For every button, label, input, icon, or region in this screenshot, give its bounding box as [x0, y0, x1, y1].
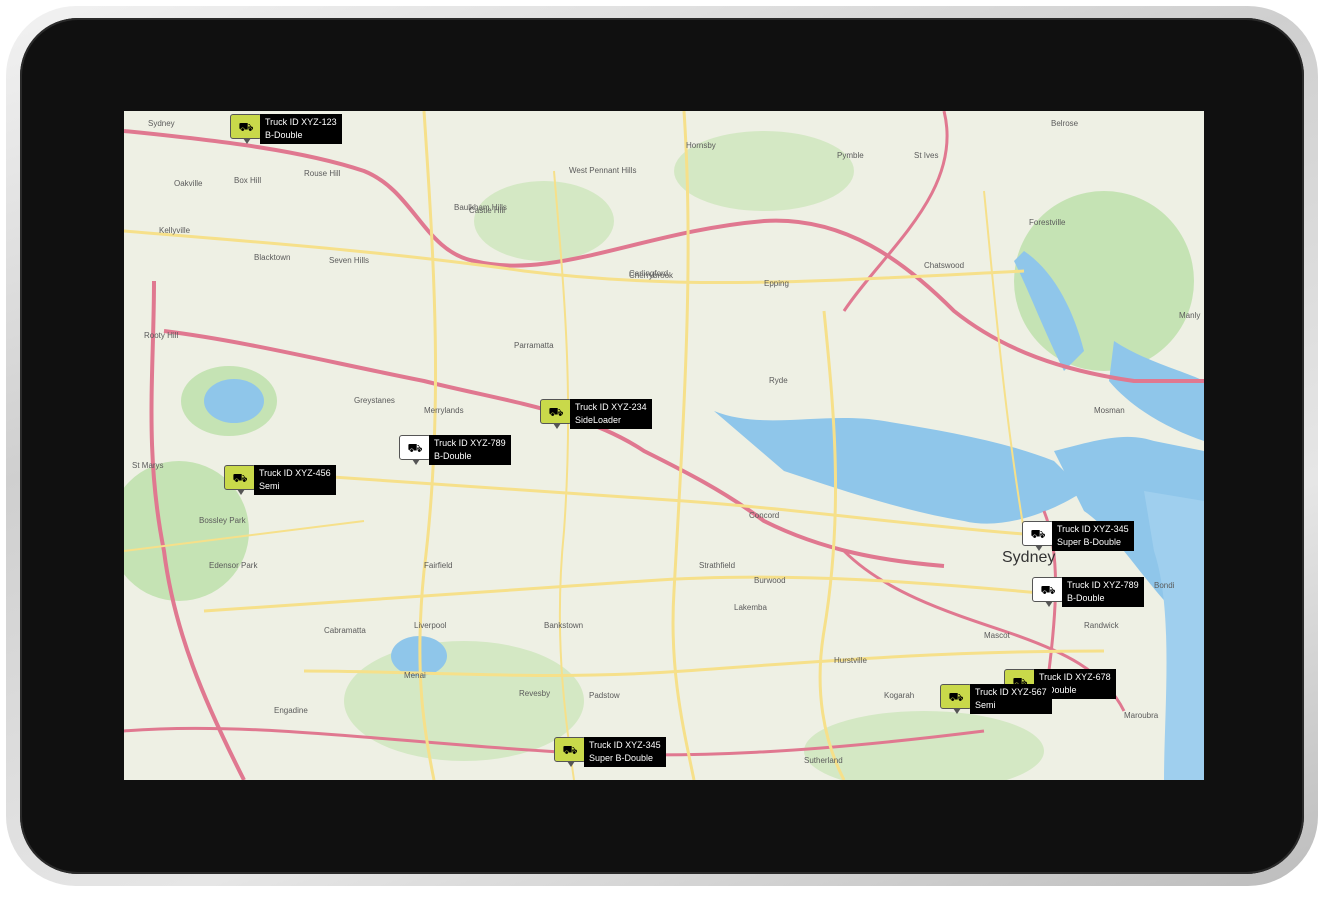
place-label: Baulkham Hills	[454, 203, 507, 212]
map-screen[interactable]: Sydney Oakville Box Hill Kellyville Rous…	[124, 111, 1204, 780]
city-label-sydney: Sydney	[1002, 549, 1056, 566]
place-label: Box Hill	[234, 176, 262, 185]
place-label: Greystanes	[354, 396, 395, 405]
place-label: Pymble	[837, 151, 864, 160]
place-label: Kogarah	[884, 691, 915, 700]
place-label: Kellyville	[159, 226, 191, 235]
truck-type: B-Double	[434, 451, 472, 461]
truck-icon: ⛟	[230, 114, 262, 144]
place-label: Bondi	[1154, 581, 1175, 590]
place-label: Padstow	[589, 691, 620, 700]
place-label: Oakville	[174, 179, 203, 188]
place-label: Lakemba	[734, 603, 767, 612]
truck-type: Semi	[259, 481, 280, 491]
place-label: Blacktown	[254, 253, 291, 262]
truck-type: B-Double	[1067, 593, 1105, 603]
place-label: Menai	[404, 671, 426, 680]
place-label: Belrose	[1051, 119, 1079, 128]
place-label: Randwick	[1084, 621, 1119, 630]
truck-label: Truck ID XYZ-234 SideLoader	[570, 399, 652, 429]
truck-id: Truck ID XYZ-789	[434, 438, 506, 448]
truck-icon: ⛟	[940, 684, 972, 714]
place-label: Engadine	[274, 706, 308, 715]
place-label: Merrylands	[424, 406, 464, 415]
truck-label: Truck ID XYZ-345 Super B-Double	[1052, 521, 1134, 551]
place-label: Edensor Park	[209, 561, 258, 570]
park-area	[344, 641, 584, 761]
place-label: Hurstville	[834, 656, 867, 665]
place-label: Liverpool	[414, 621, 447, 630]
place-label: Bossley Park	[199, 516, 246, 525]
truck-label: Truck ID XYZ-456 Semi	[254, 465, 336, 495]
truck-label: Truck ID XYZ-789 B-Double	[1062, 577, 1144, 607]
truck-type: B-Double	[265, 130, 303, 140]
place-label: Chatswood	[924, 261, 965, 270]
place-label: Cabramatta	[324, 626, 366, 635]
park-area	[474, 181, 614, 261]
place-label: Sutherland	[804, 756, 843, 765]
truck-label: Truck ID XYZ-345 Super B-Double	[584, 737, 666, 767]
truck-icon: ⛟	[540, 399, 572, 429]
place-label: Mosman	[1094, 406, 1125, 415]
lake	[204, 379, 264, 423]
truck-icon: ⛟	[399, 435, 431, 465]
truck-id: Truck ID XYZ-234	[575, 402, 647, 412]
truck-id: Truck ID XYZ-789	[1067, 580, 1139, 590]
truck-type: Super B-Double	[1057, 537, 1122, 547]
place-label: St Marys	[132, 461, 164, 470]
place-label: Bankstown	[544, 621, 584, 630]
place-label: St Ives	[914, 151, 939, 160]
truck-id: Truck ID XYZ-678	[1039, 672, 1111, 682]
place-label: Epping	[764, 279, 789, 288]
truck-icon: ⛟	[1022, 521, 1054, 551]
place-label: Ryde	[769, 376, 788, 385]
truck-id: Truck ID XYZ-123	[265, 117, 337, 127]
place-label: Sydney	[148, 119, 175, 128]
place-label: Burwood	[754, 576, 786, 585]
truck-icon: ⛟	[1032, 577, 1064, 607]
truck-type: Semi	[975, 700, 996, 710]
place-label: Revesby	[519, 689, 551, 698]
truck-icon: ⛟	[554, 737, 586, 767]
place-label: Rouse Hill	[304, 169, 341, 178]
place-label: Mascot	[984, 631, 1010, 640]
place-label: Strathfield	[699, 561, 736, 570]
truck-id: Truck ID XYZ-345	[1057, 524, 1129, 534]
truck-label: Truck ID XYZ-789 B-Double	[429, 435, 511, 465]
place-label: Maroubra	[1124, 711, 1159, 720]
place-label: Seven Hills	[329, 256, 370, 265]
place-label: Forestville	[1029, 218, 1066, 227]
place-label: Manly	[1179, 311, 1201, 320]
truck-label: Truck ID XYZ-567 Semi	[970, 684, 1052, 714]
place-label: Parramatta	[514, 341, 554, 350]
place-label: Carlingford	[629, 269, 669, 278]
truck-id: Truck ID XYZ-456	[259, 468, 331, 478]
truck-icon: ⛟	[224, 465, 256, 495]
place-label: Fairfield	[424, 561, 453, 570]
truck-type: Super B-Double	[589, 753, 654, 763]
place-label: Hornsby	[686, 141, 716, 150]
truck-label: Truck ID XYZ-123 B-Double	[260, 114, 342, 144]
place-label: Concord	[749, 511, 780, 520]
place-label: Rooty Hill	[144, 331, 179, 340]
truck-id: Truck ID XYZ-345	[589, 740, 661, 750]
truck-type: SideLoader	[575, 415, 622, 425]
place-label: West Pennant Hills	[569, 166, 637, 175]
truck-id: Truck ID XYZ-567	[975, 687, 1047, 697]
